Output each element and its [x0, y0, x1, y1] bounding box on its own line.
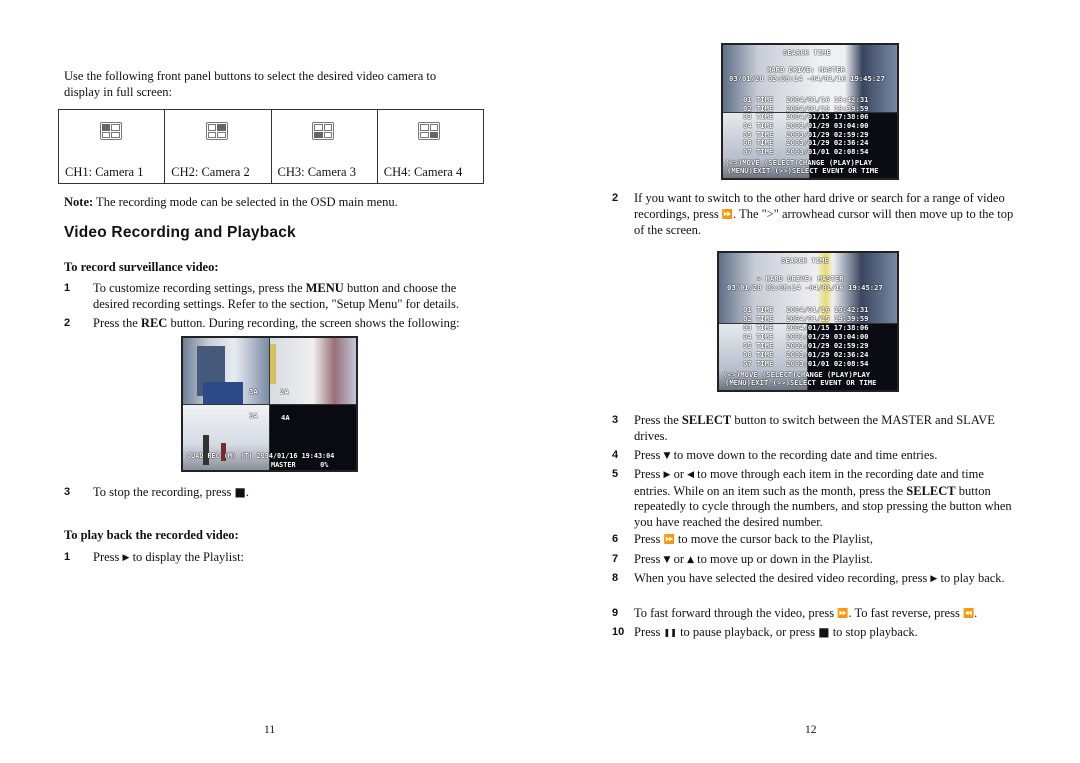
search-time-screen-2: SEARCH TIME > HARD DRIVE: MASTER 03/01/2…: [717, 251, 899, 392]
osd-help-2: (MENU)EXIT (>>)SELECT EVENT OR TIME: [727, 166, 879, 175]
step-number: 1: [64, 551, 71, 563]
step-number: 9: [612, 607, 619, 619]
step-number: 8: [612, 572, 619, 584]
quad-view-ch4-icon: [418, 122, 441, 140]
step-text: Press ▶ to display the Playlist:: [93, 550, 484, 567]
rewind-icon: ⏪: [962, 609, 975, 619]
step-text: When you have selected the desired video…: [634, 571, 1022, 588]
step-number: 2: [612, 192, 619, 204]
camera-cell-ch4: CH4: Camera 4: [376, 109, 485, 184]
page-number-left: 11: [264, 724, 276, 736]
recording-screen-image: 3A 2A 3A 4A QUAD REC (M) (T) 2004/01/16 …: [181, 336, 358, 472]
step-number: 1: [64, 282, 71, 294]
step-2: 2 If you want to switch to the other har…: [612, 191, 1022, 239]
step-number: 2: [64, 317, 71, 329]
step-3: 3 Press the SELECT button to switch betw…: [612, 413, 1022, 444]
search-time-screen-1: SEARCH TIME HARD DRIVE: MASTER 03/01/20 …: [721, 43, 899, 180]
intro-paragraph: Use the following front panel buttons to…: [64, 69, 437, 99]
stop-icon: ■: [234, 485, 246, 499]
quad-label: 3A: [249, 387, 258, 396]
osd-entry: 07 TIME 2003/01/01 02:08:54: [743, 147, 869, 156]
camera-label: CH3: Camera 3: [277, 165, 356, 179]
rec-drive-line: MASTER 0%: [271, 461, 329, 469]
step-text: Press the REC button. During recording, …: [93, 316, 460, 330]
osd-title: SEARCH TIME: [783, 48, 831, 57]
record-step-1: 1 To customize recording settings, press…: [64, 281, 484, 312]
camera-label: CH4: Camera 4: [383, 165, 463, 179]
record-step-3: 3 To stop the recording, press ■.: [64, 485, 484, 501]
pause-icon: ❚❚: [663, 628, 677, 637]
quad-label: 3A: [249, 411, 258, 420]
note: Note: The recording mode can be selected…: [64, 195, 398, 210]
stop-icon: ■: [818, 625, 830, 639]
step-5: 5 Press ▶ or ◀ to move through each item…: [612, 467, 1022, 530]
camera-cell-ch3: CH3: Camera 3: [270, 109, 378, 184]
quad-view-ch3-icon: [312, 122, 335, 140]
step-number: 5: [612, 468, 619, 480]
osd-range: 03/01/20 02:08:14 -04/01/16 19:45:27: [729, 74, 885, 83]
step-text: Press the SELECT button to switch betwee…: [634, 413, 995, 443]
step-9: 9 To fast forward through the video, pre…: [612, 606, 1022, 623]
step-text: Press ⏩ to move the cursor back to the P…: [634, 532, 1022, 549]
playback-heading: To play back the recorded video:: [64, 528, 239, 542]
osd-title: SEARCH TIME: [781, 256, 829, 265]
step-7: 7 Press ▼ or ▲ to move up or down in the…: [612, 552, 1022, 569]
osd-help-2: (MENU)EXIT (>>)SELECT EVENT OR TIME: [725, 378, 877, 387]
quad-label: 4A: [281, 413, 290, 422]
quad-view-ch1-icon: [99, 122, 122, 140]
camera-cell-ch2: CH2: Camera 2: [164, 109, 272, 184]
camera-label: CH2: Camera 2: [171, 165, 250, 179]
note-label: Note:: [64, 195, 94, 209]
step-text: If you want to switch to the other hard …: [634, 191, 1014, 237]
step-8: 8 When you have selected the desired vid…: [612, 571, 1022, 588]
step-text: Press ❚❚ to pause playback, or press ■ t…: [634, 625, 918, 639]
step-text: Press ▼ or ▲ to move up or down in the P…: [634, 552, 1022, 569]
step-number: 10: [612, 626, 625, 638]
quad-view-ch2-icon: [205, 122, 228, 140]
record-heading: To record surveillance video:: [64, 260, 219, 274]
up-arrow-icon: ▲: [687, 555, 695, 565]
step-10: 10 Press ❚❚ to pause playback, or press …: [612, 625, 1022, 641]
camera-buttons-table: CH1: Camera 1 CH2: Camera 2 CH3: Camera …: [57, 109, 485, 184]
step-number: 3: [612, 414, 619, 426]
step-4: 4 Press ▼ to move down to the recording …: [612, 448, 1022, 465]
step-number: 6: [612, 533, 619, 545]
page-number-right: 12: [805, 724, 817, 736]
step-text: Press ▶ or ◀ to move through each item i…: [634, 467, 1012, 529]
step-number: 4: [612, 449, 619, 461]
step-text: Press ▼ to move down to the recording da…: [634, 448, 1022, 465]
section-title: Video Recording and Playback: [64, 224, 296, 241]
step-text: To fast forward through the video, press…: [634, 606, 1022, 623]
step-number: 7: [612, 553, 619, 565]
step-text: To customize recording settings, press t…: [93, 281, 460, 311]
camera-label: CH1: Camera 1: [65, 165, 144, 179]
left-arrow-icon: ◀: [687, 470, 695, 480]
playback-step-1: 1 Press ▶ to display the Playlist:: [64, 550, 484, 567]
osd-entry: 07 TIME 2003/01/01 02:08:54: [743, 359, 869, 368]
step-6: 6 Press ⏩ to move the cursor back to the…: [612, 532, 1022, 549]
fast-forward-icon: ⏩: [721, 209, 734, 220]
step-number: 3: [64, 486, 71, 498]
quad-label: 2A: [280, 387, 289, 396]
fast-forward-icon: ⏩: [663, 535, 675, 545]
fast-forward-icon: ⏩: [837, 609, 849, 619]
camera-cell-ch1: CH1: Camera 1: [57, 109, 166, 184]
record-step-2: 2 Press the REC button. During recording…: [64, 316, 484, 332]
osd-range: 03/01/20 02:08:14 -04/01/16 19:45:27: [727, 283, 883, 292]
note-text: The recording mode can be selected in th…: [93, 195, 398, 209]
step-text: To stop the recording, press ■.: [93, 485, 249, 499]
